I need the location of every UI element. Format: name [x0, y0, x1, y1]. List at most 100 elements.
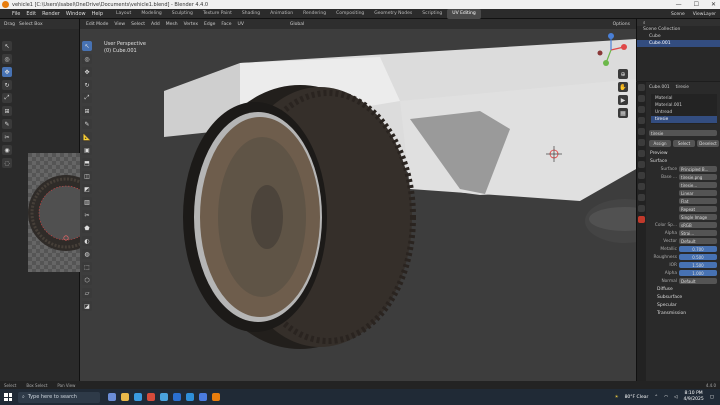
tab-rendering[interactable]: Rendering [298, 9, 331, 19]
tab-modeling[interactable]: Modeling [136, 9, 166, 19]
vp-menu-view[interactable]: View [114, 22, 125, 27]
menu-render[interactable]: Render [42, 11, 60, 17]
task-view-icon[interactable] [108, 393, 116, 401]
tray-chevron-icon[interactable]: ⌃ [654, 395, 658, 400]
tab-scripting[interactable]: Scripting [417, 9, 447, 19]
vp-menu-uv[interactable]: UV [238, 22, 244, 27]
interpolation-field[interactable]: Linear [679, 190, 717, 196]
add-cube-tool-icon[interactable]: ▣ [82, 145, 92, 155]
grid-view-icon[interactable]: ▦ [618, 108, 628, 118]
navigation-gizmo[interactable] [594, 33, 628, 67]
app-icon[interactable] [173, 393, 181, 401]
surface-shader-field[interactable]: Principled B... [679, 166, 717, 172]
shear-tool-icon[interactable]: ▱ [82, 288, 92, 298]
scale-icon[interactable]: ⤢ [2, 93, 12, 103]
transform-icon[interactable]: ⊞ [2, 106, 12, 116]
smooth-tool-icon[interactable]: ◍ [82, 249, 92, 259]
base-color-field[interactable]: tiresie.png [679, 174, 717, 180]
spin-tool-icon[interactable]: ◐ [82, 236, 92, 246]
scene-tab-icon[interactable] [638, 128, 645, 135]
specular-section[interactable]: Specular [647, 301, 720, 309]
menu-window[interactable]: Window [66, 11, 86, 17]
select-box-mode[interactable]: Select Box [19, 22, 43, 27]
volume-icon[interactable]: ◁ [674, 395, 677, 400]
vector-field[interactable]: Default [679, 238, 717, 244]
cursor-tool-icon[interactable]: ◎ [82, 54, 92, 64]
outliner-search-icon[interactable]: ⌕ [643, 20, 646, 26]
tab-geometry-nodes[interactable]: Geometry Nodes [369, 9, 417, 19]
normal-field[interactable]: Default [679, 278, 717, 284]
cursor-3d-icon[interactable]: ◎ [2, 54, 12, 64]
options-dropdown[interactable]: Options [613, 22, 630, 27]
relax-icon[interactable]: ◌ [2, 158, 12, 168]
tab-uv-editing[interactable]: UV Editing [447, 8, 481, 19]
alpha-mode-field[interactable]: Strai... [679, 230, 717, 236]
preview-section[interactable]: Preview [647, 149, 720, 157]
clock-date[interactable]: 4/9/2025 [684, 397, 704, 403]
transform-tool-icon[interactable]: ⊞ [82, 106, 92, 116]
vp-menu-select[interactable]: Select [131, 22, 145, 27]
tab-animation[interactable]: Animation [265, 9, 298, 19]
tab-sculpting[interactable]: Sculpting [167, 9, 198, 19]
onedrive-icon[interactable] [199, 393, 207, 401]
file-explorer-icon[interactable] [121, 393, 129, 401]
tab-shading[interactable]: Shading [237, 9, 265, 19]
tool-tab-icon[interactable] [638, 84, 645, 91]
view-layer-selector[interactable]: ViewLayer [693, 12, 716, 17]
cursor-icon[interactable]: ↖ [2, 41, 12, 51]
render-tab-icon[interactable] [638, 95, 645, 102]
vp-menu-mesh[interactable]: Mesh [166, 22, 178, 27]
select-tool-icon[interactable]: ↖ [82, 41, 92, 51]
blender-taskbar-icon[interactable] [212, 393, 220, 401]
vp-menu-face[interactable]: Face [221, 22, 231, 27]
orientation-dropdown[interactable]: Global [290, 22, 304, 27]
menu-file[interactable]: File [12, 11, 20, 17]
uv-image-canvas[interactable] [28, 153, 80, 272]
rotate-icon[interactable]: ↻ [2, 80, 12, 90]
extension-field[interactable]: Repeat [679, 206, 717, 212]
material-slot[interactable]: Material.001 [651, 102, 717, 109]
scene-collection-item[interactable]: Scene Collection [637, 26, 720, 33]
modifier-tab-icon[interactable] [638, 161, 645, 168]
image-name-field[interactable]: tiresie... [679, 182, 717, 188]
data-tab-icon[interactable] [638, 205, 645, 212]
extrude-tool-icon[interactable]: ⬒ [82, 158, 92, 168]
output-tab-icon[interactable] [638, 106, 645, 113]
vp-menu-add[interactable]: Add [151, 22, 160, 27]
metallic-field[interactable]: 0.700 [679, 246, 717, 252]
color-space-field[interactable]: sRGB [679, 222, 717, 228]
object-tab-icon[interactable] [638, 150, 645, 157]
surface-section[interactable]: Surface [647, 157, 720, 165]
rip-icon[interactable]: ✂ [2, 132, 12, 142]
tab-layout[interactable]: Layout [111, 9, 136, 19]
source-field[interactable]: Single Image [679, 214, 717, 220]
view-layer-tab-icon[interactable] [638, 117, 645, 124]
edge-browser-icon[interactable] [134, 393, 142, 401]
shrink-tool-icon[interactable]: ⬡ [82, 275, 92, 285]
select-button[interactable]: Select [673, 140, 695, 147]
scene-selector[interactable]: Scene [671, 12, 685, 17]
maximize-button[interactable]: ☐ [694, 1, 699, 8]
material-slot-selected[interactable]: tiresie [651, 116, 717, 123]
material-tab-icon[interactable] [638, 216, 645, 223]
edit-mode-dropdown[interactable]: Edit Mode [86, 22, 108, 27]
projection-field[interactable]: Flat [679, 198, 717, 204]
drag-mode[interactable]: Drag [4, 22, 15, 27]
notifications-icon[interactable]: ▢ [710, 395, 714, 400]
alpha-field[interactable]: 1.000 [679, 270, 717, 276]
menu-edit[interactable]: Edit [26, 11, 36, 17]
poly-build-tool-icon[interactable]: ⬟ [82, 223, 92, 233]
annotate-tool-icon[interactable]: ✎ [82, 119, 92, 129]
rotate-tool-icon[interactable]: ↻ [82, 80, 92, 90]
loop-cut-tool-icon[interactable]: ▥ [82, 197, 92, 207]
pan-hand-icon[interactable]: ✋ [618, 82, 628, 92]
roughness-field[interactable]: 0.500 [679, 254, 717, 260]
edge-slide-tool-icon[interactable]: ⬚ [82, 262, 92, 272]
mail-icon[interactable] [160, 393, 168, 401]
minimize-button[interactable]: — [676, 1, 682, 8]
outliner-item-cube[interactable]: Cube [637, 33, 720, 40]
physics-tab-icon[interactable] [638, 183, 645, 190]
material-slot[interactable]: Material [651, 95, 717, 102]
world-tab-icon[interactable] [638, 139, 645, 146]
transmission-section[interactable]: Transmission [647, 309, 720, 317]
